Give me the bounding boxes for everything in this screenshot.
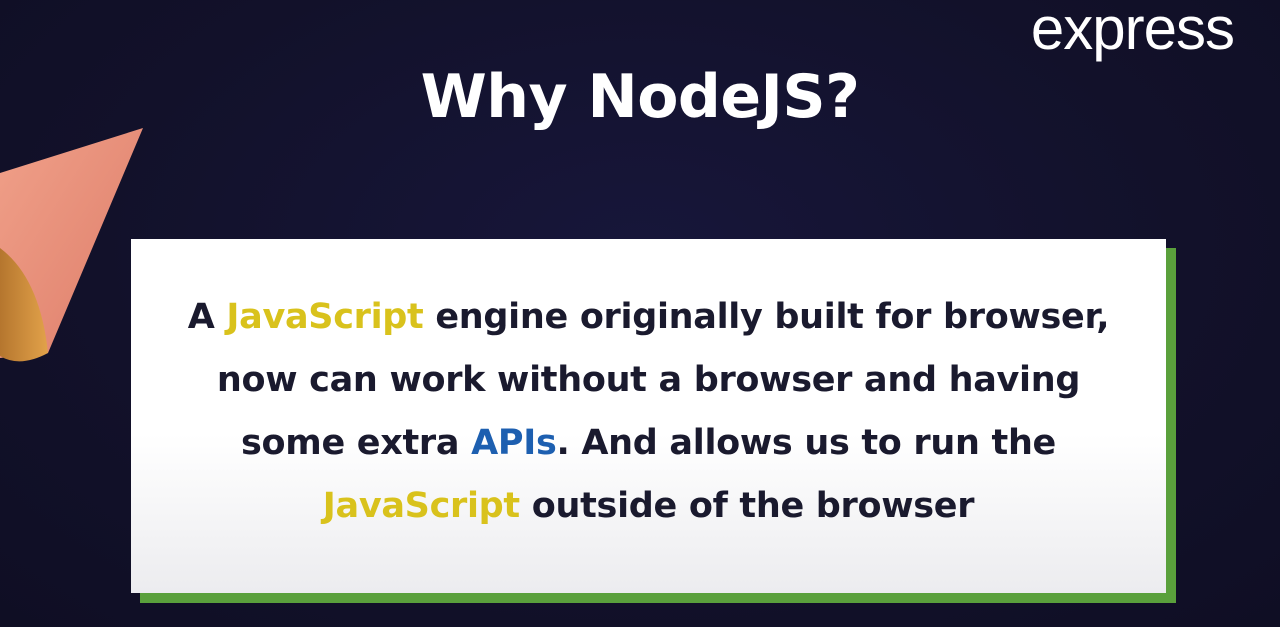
slide-title: Why NodeJS? (420, 62, 860, 132)
slide: express Why NodeJS? A JavaScript engine … (0, 0, 1280, 627)
body-text: engine originally built for browser, (423, 297, 1110, 337)
body-line-2: now can work without a browser and havin… (216, 360, 1081, 400)
card-body: A JavaScript engine originally built for… (188, 286, 1110, 538)
highlight-apis: APIs (471, 423, 557, 463)
body-line-4: JavaScript outside of the browser (188, 475, 1110, 538)
body-text: some extra (241, 423, 472, 463)
body-line-3: some extra APIs. And allows us to run th… (188, 412, 1110, 475)
body-line-1: A JavaScript engine originally built for… (188, 286, 1110, 349)
highlight-javascript: JavaScript (322, 486, 520, 526)
body-text: . And allows us to run the (556, 423, 1057, 463)
body-text: A (187, 297, 227, 337)
content-card: A JavaScript engine originally built for… (131, 239, 1166, 593)
brand-logo: express (1030, 0, 1235, 62)
cone-shape-decoration (0, 128, 143, 362)
highlight-javascript: JavaScript (226, 297, 424, 337)
body-text: outside of the browser (519, 486, 975, 526)
